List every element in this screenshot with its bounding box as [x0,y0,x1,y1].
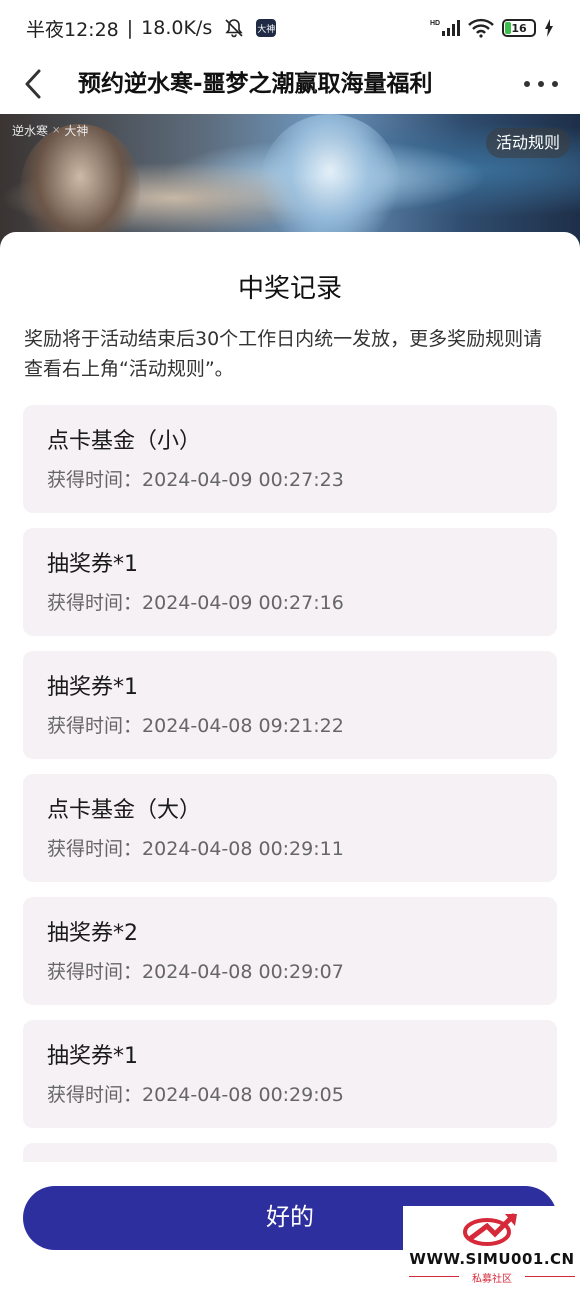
battery-icon: 16 [502,19,536,37]
record-prize-name: 抽奖券*1 [47,675,138,700]
record-time-label: 获得时间： [47,592,143,614]
record-card: 抽奖券*1 获得时间： 2024-04-09 00:27:16 [23,528,557,636]
battery-level: 16 [511,21,527,35]
site-watermark: WWW.SIMU001.CN 私募社区 [403,1206,580,1289]
record-time-value: 2024-04-08 00:29:11 [142,838,344,860]
signal-icon: HD [430,20,460,36]
nav-bar: 预约逆水寒-噩梦之潮赢取海量福利 [0,56,580,114]
bell-off-icon [225,19,243,38]
record-time: 获得时间： 2024-04-09 00:27:16 [47,590,533,616]
network-speed: 18.0K/s [141,17,213,39]
status-time: 半夜12:28 [26,18,119,41]
record-time-label: 获得时间： [47,1084,143,1106]
record-prize-name: 点卡基金（大） [47,798,202,823]
charging-bolt-icon [545,19,553,37]
record-time: 获得时间： 2024-04-08 09:21:22 [47,713,533,739]
record-time: 获得时间： 2024-04-08 00:29:05 [47,1082,533,1108]
record-card: 抽奖券*1 获得时间： 2024-04-08 00:29:05 [23,1020,557,1128]
banner-logo: 逆水寒 × 大神 [12,122,88,139]
record-card: 抽奖券*2 获得时间： 2024-04-08 00:29:07 [23,897,557,1005]
record-prize-name: 点卡基金（小） [47,429,202,454]
record-list[interactable]: 点卡基金（小） 获得时间： 2024-04-09 00:27:23 抽奖券*1 获… [23,405,557,1162]
record-prize-name: 抽奖券*1 [47,1044,138,1069]
game-logo-text: 逆水寒 [12,124,49,138]
watermark-logo-icon [463,1213,517,1246]
record-time: 获得时间： 2024-04-08 00:29:11 [47,836,533,862]
watermark-divider-right [525,1276,575,1277]
prize-records-sheet: 中奖记录 奖励将于活动结束后30个工作日内统一发放，更多奖励规则请查看右上角“活… [0,232,580,1289]
record-card-partial [23,1143,557,1162]
record-prize-name: 抽奖券*2 [47,921,138,946]
record-time: 获得时间： 2024-04-08 00:29:07 [47,959,533,985]
sheet-description: 奖励将于活动结束后30个工作日内统一发放，更多奖励规则请查看右上角“活动规则”。 [24,328,543,380]
status-separator: | [126,17,134,39]
logo-separator: × [52,125,61,136]
dashen-app-badge: 大神 [256,19,277,37]
record-time-value: 2024-04-08 00:29:05 [142,1084,344,1106]
record-time-value: 2024-04-08 00:29:07 [142,961,344,983]
page-title: 预约逆水寒-噩梦之潮赢取海量福利 [78,71,433,97]
wifi-icon [468,18,494,38]
activity-rules-button[interactable]: 活动规则 [485,128,570,158]
back-icon[interactable] [18,64,48,104]
more-options-icon[interactable] [524,70,558,98]
sheet-title: 中奖记录 [237,274,342,304]
record-time-label: 获得时间： [47,838,143,860]
record-time-label: 获得时间： [47,469,143,491]
watermark-url: WWW.SIMU001.CN [409,1250,575,1268]
record-time-label: 获得时间： [47,961,143,983]
record-time-value: 2024-04-08 09:21:22 [142,715,344,737]
hd-label: HD [430,20,440,27]
record-time-label: 获得时间： [47,715,143,737]
dashen-logo-text: 大神 [64,124,89,138]
record-time-value: 2024-04-09 00:27:16 [142,592,344,614]
record-time-value: 2024-04-09 00:27:23 [142,469,344,491]
record-card: 点卡基金（小） 获得时间： 2024-04-09 00:27:23 [23,405,557,513]
record-time: 获得时间： 2024-04-09 00:27:23 [47,467,533,493]
status-bar: 半夜12:28 | 18.0K/s 大神 HD 16 [0,0,580,56]
record-card: 抽奖券*1 获得时间： 2024-04-08 09:21:22 [23,651,557,759]
record-prize-name: 抽奖券*1 [47,552,138,577]
watermark-subtitle: 私募社区 [472,1274,512,1285]
record-card: 点卡基金（大） 获得时间： 2024-04-08 00:29:11 [23,774,557,882]
